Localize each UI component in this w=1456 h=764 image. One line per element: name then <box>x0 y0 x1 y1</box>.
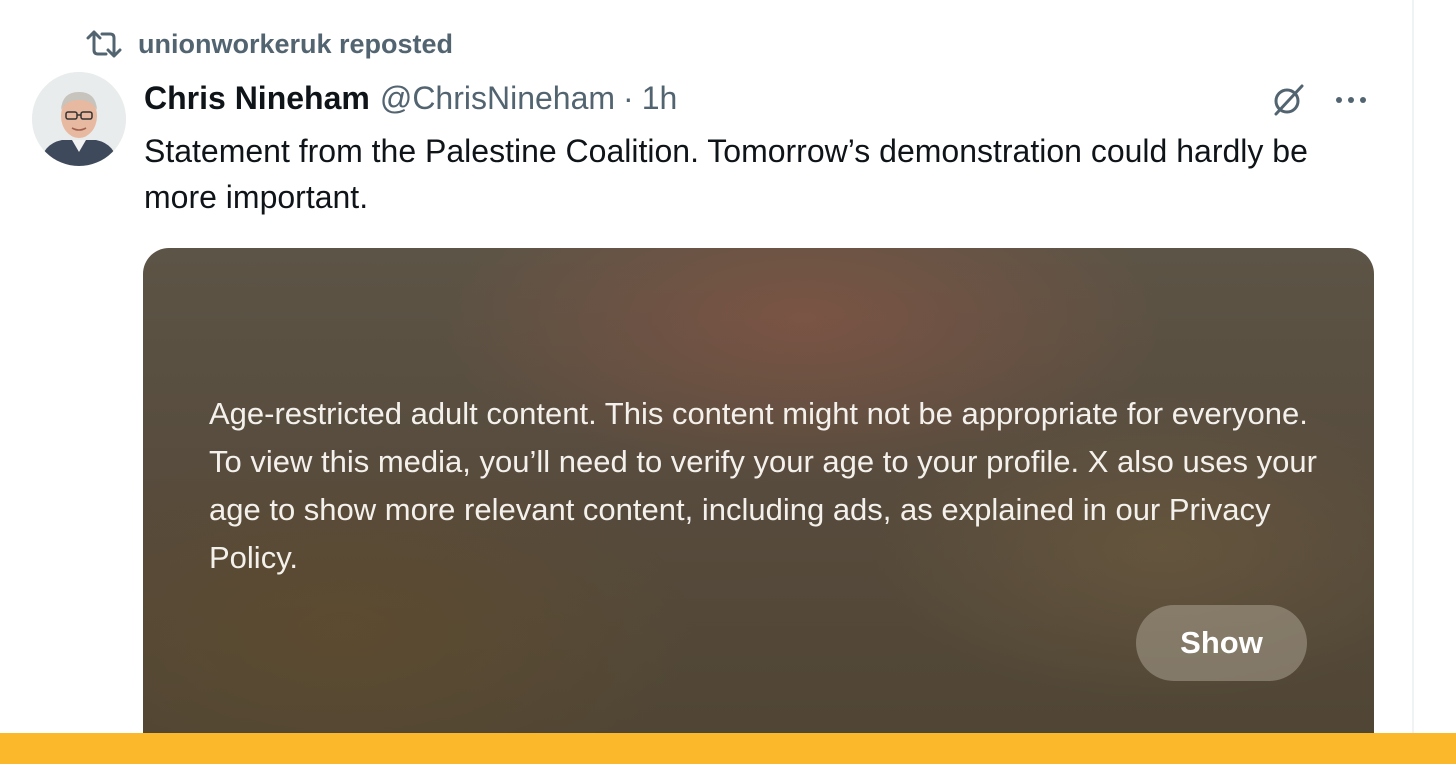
author-name[interactable]: Chris Nineham <box>144 80 370 117</box>
tweet-screenshot: unionworkeruk reposted Chris Nineham @Ch… <box>0 0 1456 764</box>
more-options-icon[interactable] <box>1330 80 1372 120</box>
repost-context[interactable]: unionworkeruk reposted <box>84 26 453 62</box>
tweet-timestamp[interactable]: 1h <box>642 80 678 117</box>
repost-icon <box>84 30 124 58</box>
author-handle[interactable]: @ChrisNineham <box>380 80 615 117</box>
avatar[interactable] <box>32 72 126 166</box>
age-restricted-media[interactable]: Age-restricted adult content. This conte… <box>143 248 1374 764</box>
age-restriction-warning: Age-restricted adult content. This conte… <box>209 396 1317 575</box>
grok-icon[interactable] <box>1268 80 1308 120</box>
footer-bar <box>0 733 1456 764</box>
show-button[interactable]: Show <box>1136 605 1307 681</box>
tweet-header: Chris Nineham @ChrisNineham · 1h <box>144 76 677 120</box>
column-divider <box>1412 0 1414 764</box>
separator-dot: · <box>623 79 634 116</box>
repost-label: unionworkeruk reposted <box>138 28 454 59</box>
tweet-text: Statement from the Palestine Coalition. … <box>144 133 1308 215</box>
